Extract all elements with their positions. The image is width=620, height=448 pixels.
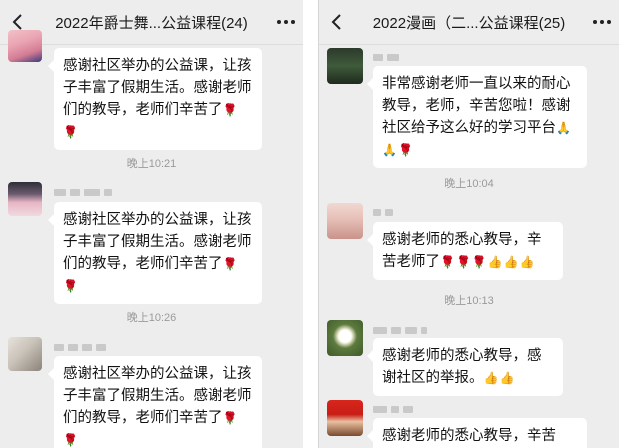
avatar[interactable] [327, 203, 363, 239]
message-bubble[interactable]: 感谢老师的悉心教导，辛苦 [367, 418, 587, 448]
message-bubble[interactable]: 感谢社区举办的公益课，让孩子丰富了假期生活。感谢老师们的教导，老师们辛苦了🌹🌹 [48, 356, 262, 448]
panel-divider [303, 0, 318, 448]
avatar[interactable] [8, 30, 42, 62]
avatar[interactable] [327, 320, 363, 356]
chat-header: 2022漫画（二...公益课程(25) [319, 0, 619, 45]
message-text: 感谢老师的悉心教导，感谢社区的举报。 [382, 348, 542, 386]
chat-title: 2022漫画（二...公益课程(25) [372, 14, 566, 32]
timestamp: 晚上10:21 [126, 158, 177, 170]
message-bubble[interactable]: 非常感谢老师一直以来的耐心教导，老师，辛苦您啦！感谢社区给予这么好的学习平台🙏🙏… [367, 66, 587, 168]
more-options-button[interactable] [585, 0, 619, 44]
rose-thumbs-emoji: 🌹🌹🌹👍👍👍 [440, 255, 536, 269]
back-arrow-icon [331, 14, 341, 30]
avatar[interactable] [8, 337, 42, 371]
sender-name-blurred [54, 187, 112, 197]
message-bubble[interactable]: 感谢社区举办的公益课，让孩子丰富了假期生活。感谢老师们的教导，老师们辛苦了🌹🌹 [48, 48, 262, 150]
sender-name-blurred [54, 342, 106, 352]
sender-name-blurred [373, 52, 399, 62]
left-chat-window: 2022年爵士舞...公益课程(24) 感谢社区举办的公益课，让孩子丰富了假期生… [0, 0, 303, 448]
more-options-icon [277, 20, 295, 24]
right-chat-window: 2022漫画（二...公益课程(25) 非常感谢老师一直以来的耐心教导，老师，辛… [318, 0, 619, 448]
message-text: 非常感谢老师一直以来的耐心教导，老师，辛苦您啦！感谢社区给予这么好的学习平台 [382, 76, 571, 136]
timestamp: 晚上10:13 [444, 295, 494, 307]
avatar[interactable] [327, 400, 363, 436]
thumbs-up-emoji: 👍👍 [483, 371, 516, 385]
sender-name-blurred [373, 404, 413, 414]
chat-header: 2022年爵士舞...公益课程(24) [0, 0, 303, 45]
message-bubble[interactable]: 感谢社区举办的公益课，让孩子丰富了假期生活。感谢老师们的教导，老师们辛苦了🌹🌹 [48, 202, 262, 304]
message-bubble[interactable]: 感谢老师的悉心教导，感谢社区的举报。👍👍 [367, 338, 563, 396]
back-button[interactable] [319, 0, 353, 44]
more-options-icon [593, 20, 611, 24]
message-bubble[interactable]: 感谢老师的悉心教导，辛苦老师了🌹🌹🌹👍👍👍 [367, 222, 563, 280]
sender-name-blurred [373, 325, 427, 335]
message-text: 感谢老师的悉心教导，辛苦 [382, 428, 556, 444]
timestamp: 晚上10:04 [444, 178, 494, 190]
back-arrow-icon [12, 14, 22, 30]
more-options-button[interactable] [269, 0, 303, 44]
timestamp: 晚上10:26 [126, 312, 177, 324]
avatar[interactable] [327, 48, 363, 84]
avatar[interactable] [8, 182, 42, 216]
chat-title: 2022年爵士舞...公益课程(24) [55, 14, 248, 32]
sender-name-blurred [373, 207, 393, 217]
